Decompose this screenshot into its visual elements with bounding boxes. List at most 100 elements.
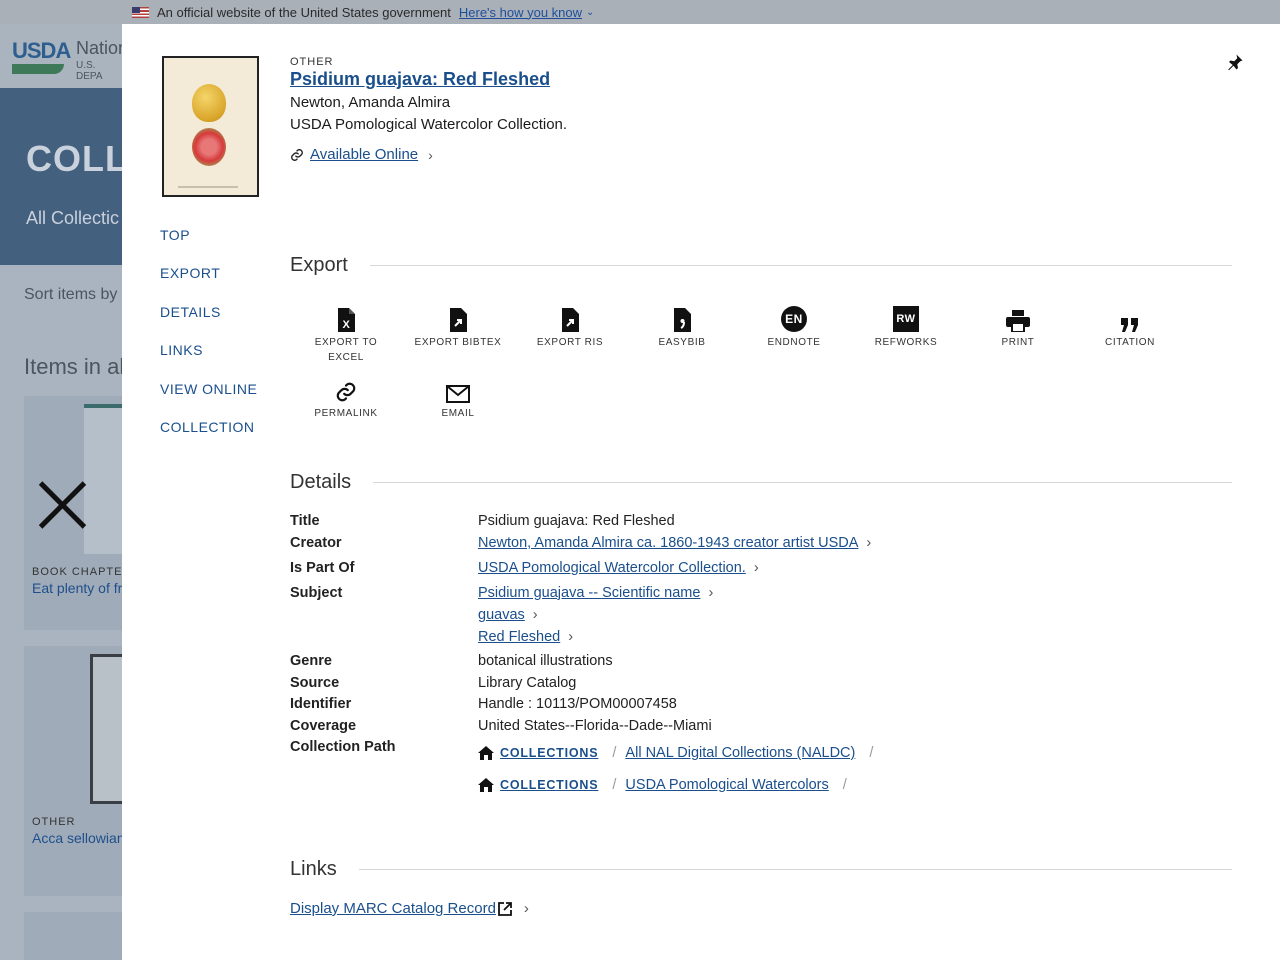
coverage-value: United States--Florida--Dade--Miami — [478, 718, 712, 734]
genre-value: botanical illustrations — [478, 653, 613, 669]
gov-banner: An official website of the United States… — [0, 0, 1280, 24]
record-author: Newton, Amanda Almira — [290, 94, 451, 111]
creator-value[interactable]: Newton, Amanda Almira ca. 1860-1943 crea… — [478, 535, 858, 551]
easybib-icon — [674, 308, 691, 332]
email-label: EMAIL — [441, 408, 475, 419]
refworks-label: REFWORKS — [874, 337, 938, 348]
svg-text:X: X — [343, 319, 351, 331]
result-card[interactable]: OTHER Acca sellowian — [24, 646, 122, 896]
nav-top[interactable]: TOP — [160, 227, 257, 265]
record-detail-panel: OTHER Psidium guajava: Red Fleshed Newto… — [122, 24, 1280, 960]
endnote-button[interactable]: EN ENDNOTE — [749, 304, 839, 350]
subject-value[interactable]: Psidium guajava -- Scientific name — [478, 585, 700, 601]
breadcrumb-separator: / — [842, 777, 847, 793]
result-card[interactable] — [24, 912, 122, 960]
collection-path-link[interactable]: All NAL Digital Collections (NALDC) — [625, 745, 855, 761]
subject-value[interactable]: guavas — [478, 607, 525, 623]
home-icon[interactable] — [478, 778, 494, 792]
nav-details[interactable]: DETAILS — [160, 304, 257, 342]
endnote-label: ENDNOTE — [767, 337, 821, 348]
marc-record-link[interactable]: Display MARC Catalog Record › — [290, 900, 529, 917]
creator-label: Creator — [290, 535, 342, 551]
print-button[interactable]: PRINT — [973, 304, 1063, 350]
nav-links[interactable]: LINKS — [160, 342, 257, 380]
subject-link[interactable]: Red Fleshed › — [478, 629, 573, 645]
record-kind: OTHER — [290, 56, 334, 68]
usda-logo[interactable]: USDA — [12, 38, 71, 64]
refworks-button[interactable]: RW REFWORKS — [861, 304, 951, 350]
pin-icon[interactable] — [1226, 52, 1244, 72]
card-title[interactable]: Acca sellowian — [32, 830, 122, 846]
export-ris-button[interactable]: EXPORT RIS — [525, 304, 615, 350]
heres-how-you-know-link[interactable]: Here's how you know — [459, 5, 582, 20]
links-section-heading: Links — [290, 858, 1232, 881]
printer-icon — [1006, 310, 1030, 332]
bibtex-file-icon — [450, 308, 467, 332]
chevron-right-icon: › — [568, 629, 574, 645]
sort-label: Sort items by — [24, 286, 118, 303]
details-heading: Details — [290, 471, 352, 493]
envelope-icon — [446, 385, 470, 403]
collection-path-link[interactable]: USDA Pomological Watercolors — [625, 777, 828, 793]
excel-file-icon: X — [338, 308, 355, 332]
title-label: Title — [290, 513, 320, 529]
card-title[interactable]: Eat plenty of fr — [32, 580, 122, 596]
site-header: USDA National U.S. DEPA — [0, 24, 122, 88]
is-part-of-value[interactable]: USDA Pomological Watercolor Collection. — [478, 560, 746, 576]
export-bibtex-button[interactable]: EXPORT BIBTEX — [413, 304, 503, 350]
export-excel-label: EXPORT TO EXCEL — [314, 337, 378, 363]
close-icon[interactable] — [36, 478, 90, 532]
collections-link[interactable]: COLLECTIONS — [500, 746, 598, 760]
record-title-link[interactable]: Psidium guajava: Red Fleshed — [290, 69, 550, 90]
breadcrumb-separator: / — [612, 745, 617, 761]
permalink-button[interactable]: PERMALINK — [301, 375, 391, 421]
external-link-icon — [498, 901, 512, 916]
export-excel-button[interactable]: X EXPORT TO EXCEL — [301, 304, 391, 365]
card-thumbnail — [90, 654, 122, 804]
available-online-label[interactable]: Available Online — [310, 146, 418, 163]
breadcrumb-separator: / — [612, 777, 617, 793]
easybib-label: EASYBIB — [658, 337, 706, 348]
creator-link[interactable]: Newton, Amanda Almira ca. 1860-1943 crea… — [478, 535, 871, 551]
details-section-heading: Details — [290, 471, 1232, 494]
chevron-right-icon: › — [523, 900, 529, 917]
is-part-of-link[interactable]: USDA Pomological Watercolor Collection. › — [478, 560, 759, 576]
subject-value[interactable]: Red Fleshed — [478, 629, 560, 645]
citation-label: CITATION — [1105, 337, 1155, 348]
subject-link[interactable]: guavas › — [478, 607, 538, 623]
export-section-heading: Export — [290, 254, 1232, 277]
export-heading: Export — [290, 254, 348, 276]
breadcrumb: COLLECTIONS / USDA Pomological Watercolo… — [478, 777, 856, 793]
home-icon[interactable] — [478, 746, 494, 760]
yellow-guava-illustration — [192, 84, 226, 122]
red-guava-illustration — [192, 128, 226, 166]
items-heading: Items in al — [24, 354, 125, 379]
breadcrumb-separator: / — [869, 745, 874, 761]
easybib-button[interactable]: EASYBIB — [637, 304, 727, 350]
hero-title: COLLE — [26, 138, 122, 179]
identifier-label: Identifier — [290, 696, 352, 712]
export-bibtex-label: EXPORT BIBTEX — [414, 337, 502, 348]
record-thumbnail[interactable] — [162, 56, 259, 197]
card-kind: BOOK CHAPTER — [32, 566, 122, 578]
department-name: U.S. DEPA — [76, 60, 103, 82]
citation-button[interactable]: CITATION — [1085, 304, 1175, 350]
chevron-down-icon[interactable]: ⌄ — [586, 7, 594, 18]
refworks-icon: RW — [893, 306, 919, 332]
breadcrumb: COLLECTIONS / All NAL Digital Collection… — [478, 745, 882, 761]
nav-collection[interactable]: COLLECTION — [160, 419, 257, 457]
link-icon — [291, 148, 303, 161]
collection-path-label: Collection Path — [290, 739, 396, 755]
us-flag-icon — [132, 6, 149, 18]
identifier-value: Handle : 10113/POM00007458 — [478, 696, 677, 712]
usda-logo-swoosh — [12, 64, 64, 74]
nav-view-online[interactable]: VIEW ONLINE — [160, 381, 257, 419]
collections-link[interactable]: COLLECTIONS — [500, 778, 598, 792]
email-button[interactable]: EMAIL — [413, 375, 503, 421]
subject-link[interactable]: Psidium guajava -- Scientific name › — [478, 585, 713, 601]
available-online-link[interactable]: Available Online › — [290, 146, 433, 163]
nav-export[interactable]: EXPORT — [160, 265, 257, 303]
source-label: Source — [290, 675, 340, 691]
ris-file-icon — [562, 308, 579, 332]
marc-record-label[interactable]: Display MARC Catalog Record — [290, 900, 496, 917]
